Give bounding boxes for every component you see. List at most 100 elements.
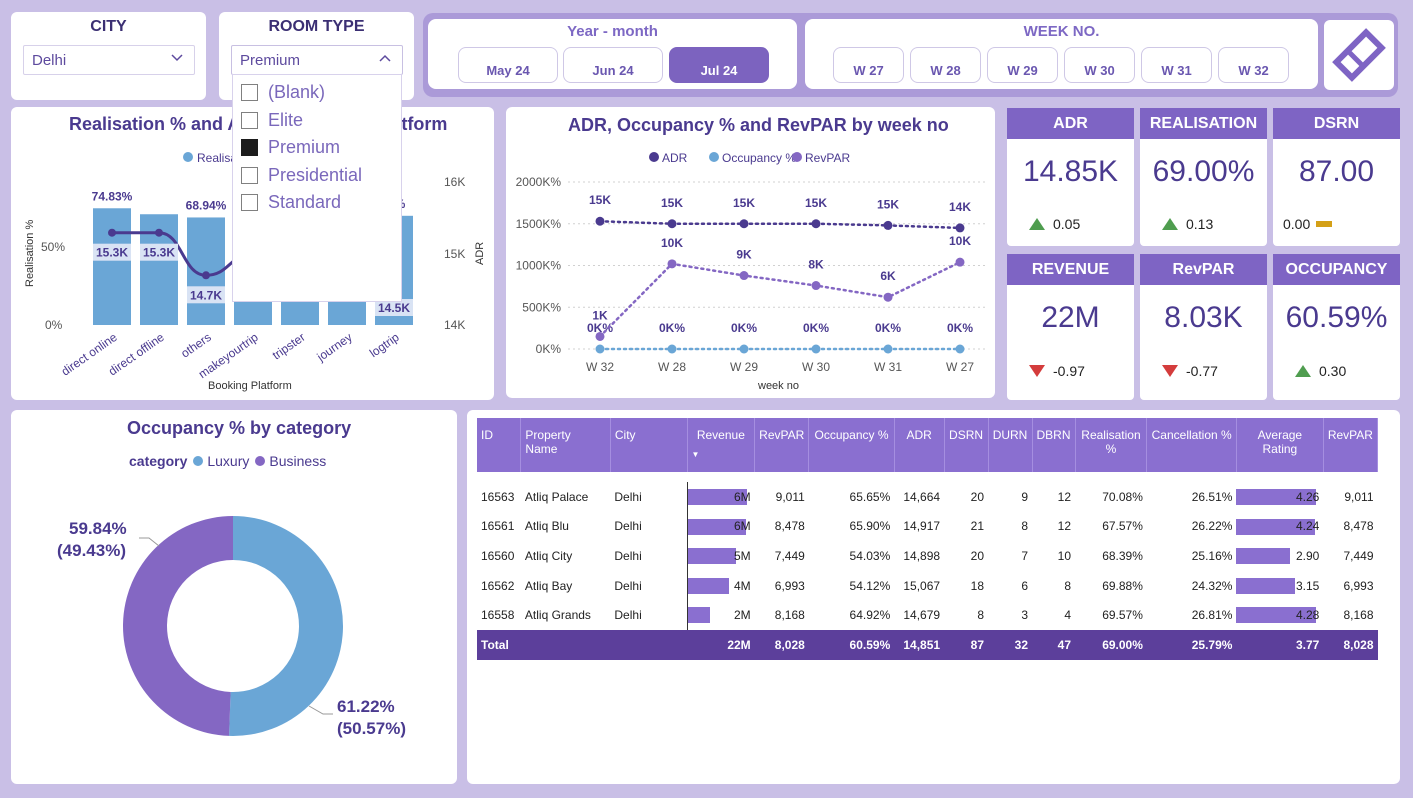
room-type-option[interactable]: Premium [233, 134, 401, 162]
adr-cell: 14,664 [903, 489, 941, 504]
data-bar-value: 4.28 [1295, 608, 1320, 623]
data-bar [687, 548, 736, 565]
checkbox[interactable] [241, 194, 258, 212]
total-cell: 60.59% [808, 629, 895, 660]
donut-slice-luxury [229, 516, 344, 736]
revpar-cell: 8,478 [774, 519, 805, 534]
column-header[interactable]: ID [477, 418, 522, 472]
series-point [667, 219, 677, 229]
series-data-label: 15K [661, 196, 683, 210]
data-bar-value: 4M [734, 578, 751, 593]
cancellation-cell: 25.16% [1191, 548, 1233, 563]
dbrn-cell: 12 [1057, 489, 1072, 504]
data-bar-value: 5M [734, 548, 751, 563]
table-row[interactable]: 16560 Atliq City Delhi 5M 7,449 54.03% 14,898 2… [477, 541, 1378, 571]
week-button[interactable]: W 27 [833, 47, 904, 83]
revpar2-cell: 7,449 [1343, 548, 1374, 563]
revpar2-cell: 8,478 [1343, 519, 1374, 534]
series-data-label: 15K [877, 197, 899, 211]
year-month-button-selected[interactable]: Jul 24 [669, 47, 769, 83]
property-table: ID Property Name City Revenue ▼ RevPAR Occupan… [477, 418, 1379, 660]
slice-label: (49.43%) [57, 541, 126, 560]
column-header[interactable]: Cancellation % [1146, 418, 1237, 472]
column-header[interactable]: City [610, 418, 688, 472]
year-month-slicer: Year - month May 24 Jun 24 Jul 24 [428, 19, 797, 89]
city-cell: Delhi [614, 578, 642, 593]
room-type-option[interactable]: Standard [233, 189, 401, 217]
column-header[interactable]: DURN [988, 418, 1033, 472]
x-tick-label: logtrip [367, 330, 402, 360]
property-name-cell: Atliq Grands [524, 608, 591, 623]
checkbox[interactable] [241, 166, 258, 184]
id-cell: 16562 [481, 578, 515, 593]
series-data-label: 0K% [659, 321, 685, 335]
kpi-delta-value: -0.77 [1186, 363, 1218, 379]
occupancy-donut: 61.22% (50.57%) 59.84% (49.43%) [57, 516, 406, 738]
y-tick-label: 1000K% [516, 259, 562, 273]
table-row[interactable]: 16563 Atliq Palace Delhi 6M 9,011 65.65% 14,66… [477, 482, 1378, 512]
dsrn-cell: 8 [977, 608, 985, 623]
property-table-card: ID Property Name City Revenue ▼ RevPAR Occupan… [467, 410, 1400, 784]
checkbox[interactable] [241, 84, 258, 102]
data-bar-value: 6M [734, 489, 751, 504]
kpi-delta: -0.77 [1162, 363, 1218, 379]
sort-desc-icon[interactable]: ▼ [692, 450, 751, 459]
x-tick-label: W 32 [586, 360, 614, 374]
room-type-dropdown-value: Premium [240, 52, 301, 69]
y-tick-label: 0% [45, 318, 63, 332]
column-header[interactable]: RevPAR [1323, 418, 1379, 472]
triangle-down-icon [1029, 365, 1045, 377]
city-dropdown[interactable]: Delhi [23, 45, 195, 75]
kpi-delta: 0.05 [1029, 216, 1080, 232]
kpi-title: DSRN [1273, 108, 1400, 139]
y-tick-label: 2000K% [516, 175, 562, 189]
kpi-value: 69.00% [1152, 155, 1255, 188]
room-type-dropdown[interactable]: Premium [231, 45, 403, 75]
room-type-option[interactable]: Elite [233, 107, 401, 135]
week-button[interactable]: W 28 [910, 47, 981, 83]
week-button[interactable]: W 29 [987, 47, 1058, 83]
checkbox-checked[interactable] [241, 139, 258, 157]
spacer-row [477, 472, 1378, 482]
adr-point [155, 228, 163, 237]
room-type-options-list: (Blank) Elite Premium Presidential Stand… [232, 74, 402, 302]
clear-filter-button[interactable] [1324, 20, 1394, 90]
column-header[interactable]: ADR [894, 418, 945, 472]
adr-point [202, 271, 210, 280]
triangle-up-icon [1029, 218, 1045, 230]
room-type-option[interactable]: (Blank) [233, 79, 401, 107]
room-type-option[interactable]: Presidential [233, 162, 401, 190]
bar-data-label: 68.94% [186, 198, 227, 212]
data-bar-value: 2M [734, 608, 751, 623]
table-row[interactable]: 16562 Atliq Bay Delhi 4M 6,993 54.12% 15,067 18… [477, 570, 1378, 601]
column-header[interactable]: Revenue ▼ [687, 418, 756, 472]
total-cell: 32 [988, 629, 1033, 660]
column-header[interactable]: Property Name [520, 418, 611, 472]
table-row[interactable]: 16561 Atliq Blu Delhi 6M 8,478 65.90% 14,917 21… [477, 511, 1378, 542]
year-month-button[interactable]: May 24 [458, 47, 558, 83]
legend-dot [792, 152, 802, 162]
kpi-delta-value: 0.13 [1186, 216, 1214, 232]
checkbox[interactable] [241, 111, 258, 129]
year-month-button[interactable]: Jun 24 [563, 47, 663, 83]
kpi-card-revenue: REVENUE 22M -0.97 [1007, 254, 1134, 400]
column-header[interactable]: Average Rating [1236, 418, 1324, 472]
column-header[interactable]: Occupancy % [808, 418, 895, 472]
total-cell: 22M [687, 629, 755, 660]
option-label: Presidential [268, 164, 363, 185]
week-button[interactable]: W 30 [1064, 47, 1135, 83]
column-header[interactable]: Realisation % [1075, 418, 1148, 472]
column-header[interactable]: DSRN [944, 418, 989, 472]
week-button[interactable]: W 31 [1141, 47, 1212, 83]
bar-data-label: 74.83% [92, 189, 133, 203]
adr-cell: 14,917 [903, 519, 941, 534]
column-header[interactable]: RevPAR [754, 418, 810, 472]
id-cell: 16558 [481, 608, 515, 623]
week-button[interactable]: W 32 [1218, 47, 1289, 83]
table-row[interactable]: 16558 Atliq Grands Delhi 2M 8,168 64.92% 14,67… [477, 600, 1378, 630]
series-point [739, 271, 749, 281]
legend-label: RevPAR [805, 151, 850, 165]
data-bar [1236, 548, 1290, 565]
dbrn-cell: 4 [1064, 608, 1072, 623]
column-header[interactable]: DBRN [1032, 418, 1076, 472]
